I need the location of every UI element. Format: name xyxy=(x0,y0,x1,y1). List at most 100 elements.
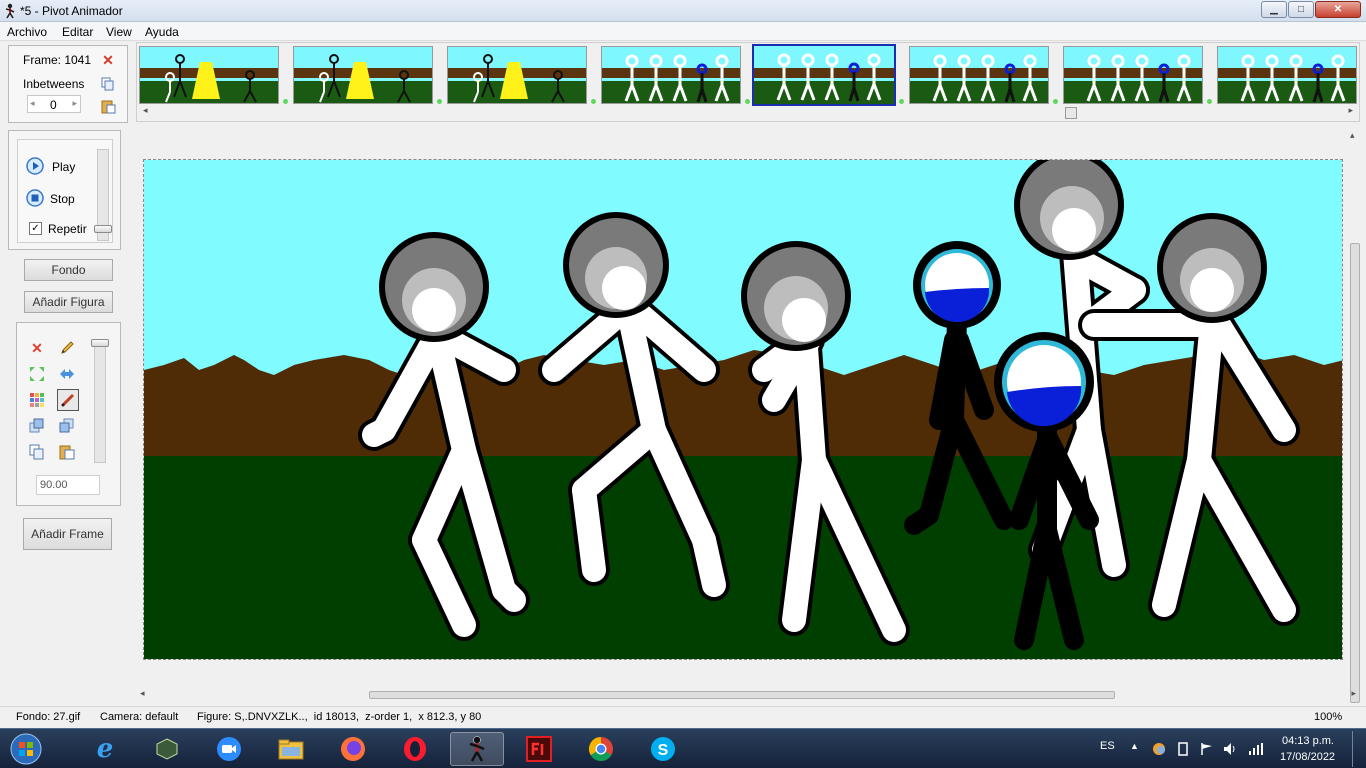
minimize-button[interactable]: ▁ xyxy=(1261,1,1287,18)
internet-explorer-icon: e xyxy=(96,734,114,764)
frame-marker-dot xyxy=(745,99,750,104)
scale-figure-icon[interactable] xyxy=(28,365,46,383)
frame-thumbnail[interactable] xyxy=(601,46,741,104)
frame-thumbnail[interactable] xyxy=(909,46,1049,104)
angle-input[interactable]: 90.00 xyxy=(36,475,100,495)
edit-figure-icon[interactable] xyxy=(58,339,76,357)
menu-editar[interactable]: Editar xyxy=(62,25,93,39)
taskbar-pivot[interactable] xyxy=(450,732,504,766)
send-back-icon[interactable] xyxy=(58,417,76,435)
status-camera: Camera: default xyxy=(100,711,179,723)
animation-canvas[interactable] xyxy=(143,159,1343,660)
frame-marker-dot xyxy=(899,99,904,104)
tray-expand-icon[interactable]: ▲ xyxy=(1130,741,1139,751)
canvas-horizontal-scrollbar[interactable]: ◂ ▸ xyxy=(136,688,1360,702)
frame-marker-dot xyxy=(591,99,596,104)
play-icon[interactable] xyxy=(26,157,44,175)
menu-archivo[interactable]: Archivo xyxy=(7,25,47,39)
tray-weather-icon[interactable] xyxy=(1152,742,1166,756)
frame-thumbnail[interactable] xyxy=(447,46,587,104)
stepper-up-icon[interactable]: ▸ xyxy=(72,98,77,109)
clock-time[interactable]: 04:13 p.m. xyxy=(1282,735,1334,747)
status-bar: Fondo: 27.gif Camera: default Figure: S,… xyxy=(0,706,1366,728)
scroll-left-icon[interactable]: ◂ xyxy=(140,688,145,699)
playback-panel: Play Stop ✓ Repetir xyxy=(8,130,121,250)
add-figure-button[interactable]: Añadir Figura xyxy=(24,291,113,313)
horizontal-scroll-thumb[interactable] xyxy=(369,691,1115,699)
paste-figure-icon[interactable] xyxy=(58,443,76,461)
delete-frame-icon[interactable]: ✕ xyxy=(99,51,117,69)
title-bar: *5 - Pivot Animador ▁ □ ✕ xyxy=(0,0,1366,22)
opera-icon xyxy=(404,737,426,761)
scroll-right-icon[interactable]: ▸ xyxy=(1348,105,1353,116)
stop-button[interactable]: Stop xyxy=(50,192,75,206)
background-button[interactable]: Fondo xyxy=(24,259,113,281)
zoom-icon xyxy=(217,737,241,761)
figure-tools-panel: ✕ 90.00 xyxy=(16,322,121,506)
language-indicator[interactable]: ES xyxy=(1100,740,1115,752)
volume-icon[interactable] xyxy=(1223,742,1239,756)
taskbar-firefox[interactable] xyxy=(326,732,380,766)
repeat-label: Repetir xyxy=(48,222,87,236)
taskbar-opera[interactable] xyxy=(388,732,442,766)
taskbar-skype[interactable]: S xyxy=(636,732,690,766)
scroll-up-icon[interactable]: ▴ xyxy=(1350,130,1355,141)
scroll-right-icon[interactable]: ▸ xyxy=(1351,688,1356,699)
delete-figure-icon[interactable]: ✕ xyxy=(28,339,46,357)
taskbar: e S ES ▲ 04:13 p.m. 17/08/2022 xyxy=(0,728,1366,768)
frame-marker-dot xyxy=(1207,99,1212,104)
frame-thumbnail-selected[interactable] xyxy=(752,44,896,106)
stop-icon[interactable] xyxy=(26,189,44,207)
add-frame-button[interactable]: Añadir Frame xyxy=(23,518,112,550)
windows-start-icon xyxy=(10,733,42,765)
taskbar-app-cube[interactable] xyxy=(140,732,194,766)
scroll-left-icon[interactable]: ◂ xyxy=(143,105,148,116)
frame-strip-scroll-thumb[interactable] xyxy=(1065,107,1077,119)
maximize-button[interactable]: □ xyxy=(1288,1,1314,18)
transparency-slider-thumb[interactable] xyxy=(91,339,109,347)
frame-thumbnail[interactable] xyxy=(139,46,279,104)
stepper-down-icon[interactable]: ◂ xyxy=(30,98,35,109)
color-picker-icon[interactable] xyxy=(57,389,79,411)
network-icon[interactable] xyxy=(1248,742,1264,756)
vertical-scroll-thumb[interactable] xyxy=(1350,243,1360,703)
status-background: Fondo: 27.gif xyxy=(16,711,81,723)
action-center-flag-icon[interactable] xyxy=(1200,742,1214,756)
copy-figure-icon[interactable] xyxy=(28,443,46,461)
taskbar-chrome[interactable] xyxy=(574,732,628,766)
frame-strip: ◂ ▸ xyxy=(136,42,1360,122)
flip-figure-icon[interactable] xyxy=(58,365,76,383)
inbetweens-stepper[interactable]: ◂ 0 ▸ xyxy=(27,95,81,113)
menu-view[interactable]: View xyxy=(106,25,132,39)
bring-front-icon[interactable] xyxy=(28,417,46,435)
scene-drawing[interactable] xyxy=(144,160,1343,660)
frame-strip-scrollbar[interactable]: ◂ ▸ xyxy=(141,105,1355,119)
canvas-vertical-scrollbar[interactable]: ▴ xyxy=(1348,128,1362,703)
firefox-icon xyxy=(341,737,365,761)
chrome-icon xyxy=(588,737,613,762)
tray-device-icon[interactable] xyxy=(1177,742,1189,756)
start-button[interactable] xyxy=(2,732,50,766)
show-desktop-button[interactable] xyxy=(1352,731,1364,767)
frame-thumbnail[interactable] xyxy=(293,46,433,104)
taskbar-ie[interactable]: e xyxy=(78,732,132,766)
taskbar-flash[interactable] xyxy=(512,732,566,766)
frame-number-label: Frame: 1041 xyxy=(23,53,92,67)
taskbar-zoom[interactable] xyxy=(202,732,256,766)
transparency-slider-track[interactable] xyxy=(94,339,106,463)
copy-frame-icon[interactable] xyxy=(99,75,117,93)
play-button[interactable]: Play xyxy=(52,160,75,174)
speed-slider-thumb[interactable] xyxy=(94,225,112,233)
folder-icon xyxy=(278,739,304,760)
clock-date[interactable]: 17/08/2022 xyxy=(1280,751,1335,763)
paste-frame-icon[interactable] xyxy=(99,97,117,115)
frame-thumbnail[interactable] xyxy=(1063,46,1203,104)
inbetweens-value[interactable]: 0 xyxy=(50,98,57,112)
frame-marker-dot xyxy=(1053,99,1058,104)
close-button[interactable]: ✕ xyxy=(1315,1,1361,18)
frame-thumbnail[interactable] xyxy=(1217,46,1357,104)
color-figure-icon[interactable] xyxy=(28,391,46,409)
repeat-checkbox[interactable]: ✓ xyxy=(29,222,42,235)
menu-ayuda[interactable]: Ayuda xyxy=(145,25,179,39)
taskbar-explorer[interactable] xyxy=(264,732,318,766)
